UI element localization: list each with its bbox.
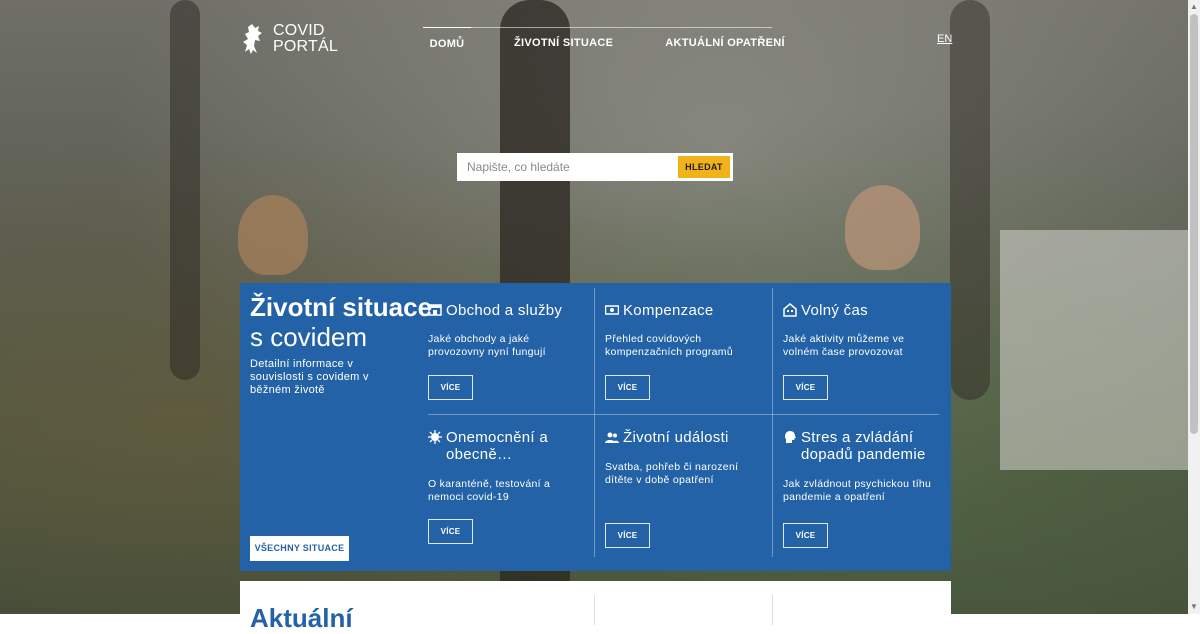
tree-trunk (950, 0, 990, 400)
more-button[interactable]: VÍCE (605, 375, 650, 400)
card-description: Jak zvládnout psychickou tíhu pandemie a… (783, 478, 932, 503)
more-button[interactable]: VÍCE (428, 375, 473, 400)
panel-description: Detailní informace v souvislosti s covid… (250, 358, 369, 396)
search-button[interactable]: HLEDAT (678, 156, 730, 178)
divider (594, 415, 595, 557)
more-button[interactable]: VÍCE (605, 523, 650, 548)
card-description: Jaké aktivity můžeme ve volném čase prov… (783, 333, 905, 358)
card-description: O karanténě, testování a nemoci covid-19 (428, 478, 551, 503)
current-measures-panel: Aktuální (240, 581, 951, 633)
scroll-down-icon[interactable]: ▼ (1188, 600, 1200, 614)
building-icon (783, 303, 797, 317)
more-button[interactable]: VÍCE (783, 375, 828, 400)
section-heading: Aktuální (250, 603, 353, 633)
main-nav: DOMŮ ŽIVOTNÍ SITUACE AKTUÁLNÍ OPATŘENÍ (423, 27, 785, 60)
panel-subtitle: s covidem (250, 322, 368, 352)
logo[interactable]: COVID PORTÁL (239, 22, 338, 56)
language-switch[interactable]: EN (937, 33, 952, 45)
person-right (845, 185, 920, 270)
virus-icon (428, 430, 442, 444)
person-left (238, 195, 308, 275)
divider (772, 595, 773, 625)
divider (428, 414, 939, 415)
more-button[interactable]: VÍCE (783, 523, 828, 548)
nav-item-aktualni-opatreni[interactable]: AKTUÁLNÍ OPATŘENÍ (665, 27, 785, 59)
card-title: Stres a zvládání dopadů pandemie (801, 429, 926, 463)
card-title: Životní události (623, 429, 729, 446)
card-kompenzace: Kompenzace Přehled covidových kompenzačn… (605, 302, 765, 412)
search-input[interactable] (457, 153, 687, 181)
card-onemocneni: Onemocnění a obecně… O karanténě, testov… (428, 429, 588, 559)
card-stres: Stres a zvládání dopadů pandemie Jak zvl… (783, 429, 943, 559)
divider (772, 288, 773, 415)
divider (594, 595, 595, 625)
scroll-up-icon[interactable]: ▲ (1188, 0, 1200, 14)
panel-title: Životní situace (250, 292, 433, 322)
card-title: Kompenzace (623, 302, 714, 319)
lion-icon (243, 24, 262, 54)
card-title: Obchod a služby (446, 302, 563, 319)
card-description: Jaké obchody a jaké provozovny nyní fung… (428, 333, 546, 358)
logo-line1: COVID (273, 22, 325, 39)
life-situations-panel: Životní situace s covidem Detailní infor… (240, 283, 951, 571)
all-situations-button[interactable]: VŠECHNY SITUACE (250, 536, 349, 561)
card-description: Svatba, pohřeb či narození dítěte v době… (605, 461, 739, 486)
card-volny-cas: Volný čas Jaké aktivity můžeme ve volném… (783, 302, 943, 412)
card-title: Volný čas (801, 302, 868, 319)
card-zivotni-udalosti: Životní události Svatba, pohřeb či naroz… (605, 429, 765, 559)
shop-icon (428, 304, 442, 316)
divider (594, 288, 595, 415)
search-box: HLEDAT (457, 153, 733, 181)
money-icon (605, 305, 619, 315)
more-button[interactable]: VÍCE (428, 519, 473, 544)
building (1000, 230, 1188, 470)
card-description: Přehled covidových kompenzačních program… (605, 333, 733, 358)
card-title: Onemocnění a obecně… (446, 429, 548, 463)
head-icon (785, 431, 796, 443)
card-obchod-a-sluzby: Obchod a služby Jaké obchody a jaké prov… (428, 302, 588, 412)
people-icon (605, 432, 619, 443)
logo-line2: PORTÁL (273, 38, 338, 55)
tree-trunk (170, 0, 200, 380)
nav-item-domu[interactable]: DOMŮ (423, 27, 471, 60)
scrollbar[interactable]: ▲ ▼ (1188, 0, 1200, 614)
nav-item-zivotni-situace[interactable]: ŽIVOTNÍ SITUACE (514, 27, 613, 59)
divider (772, 415, 773, 557)
scroll-thumb[interactable] (1190, 14, 1198, 434)
